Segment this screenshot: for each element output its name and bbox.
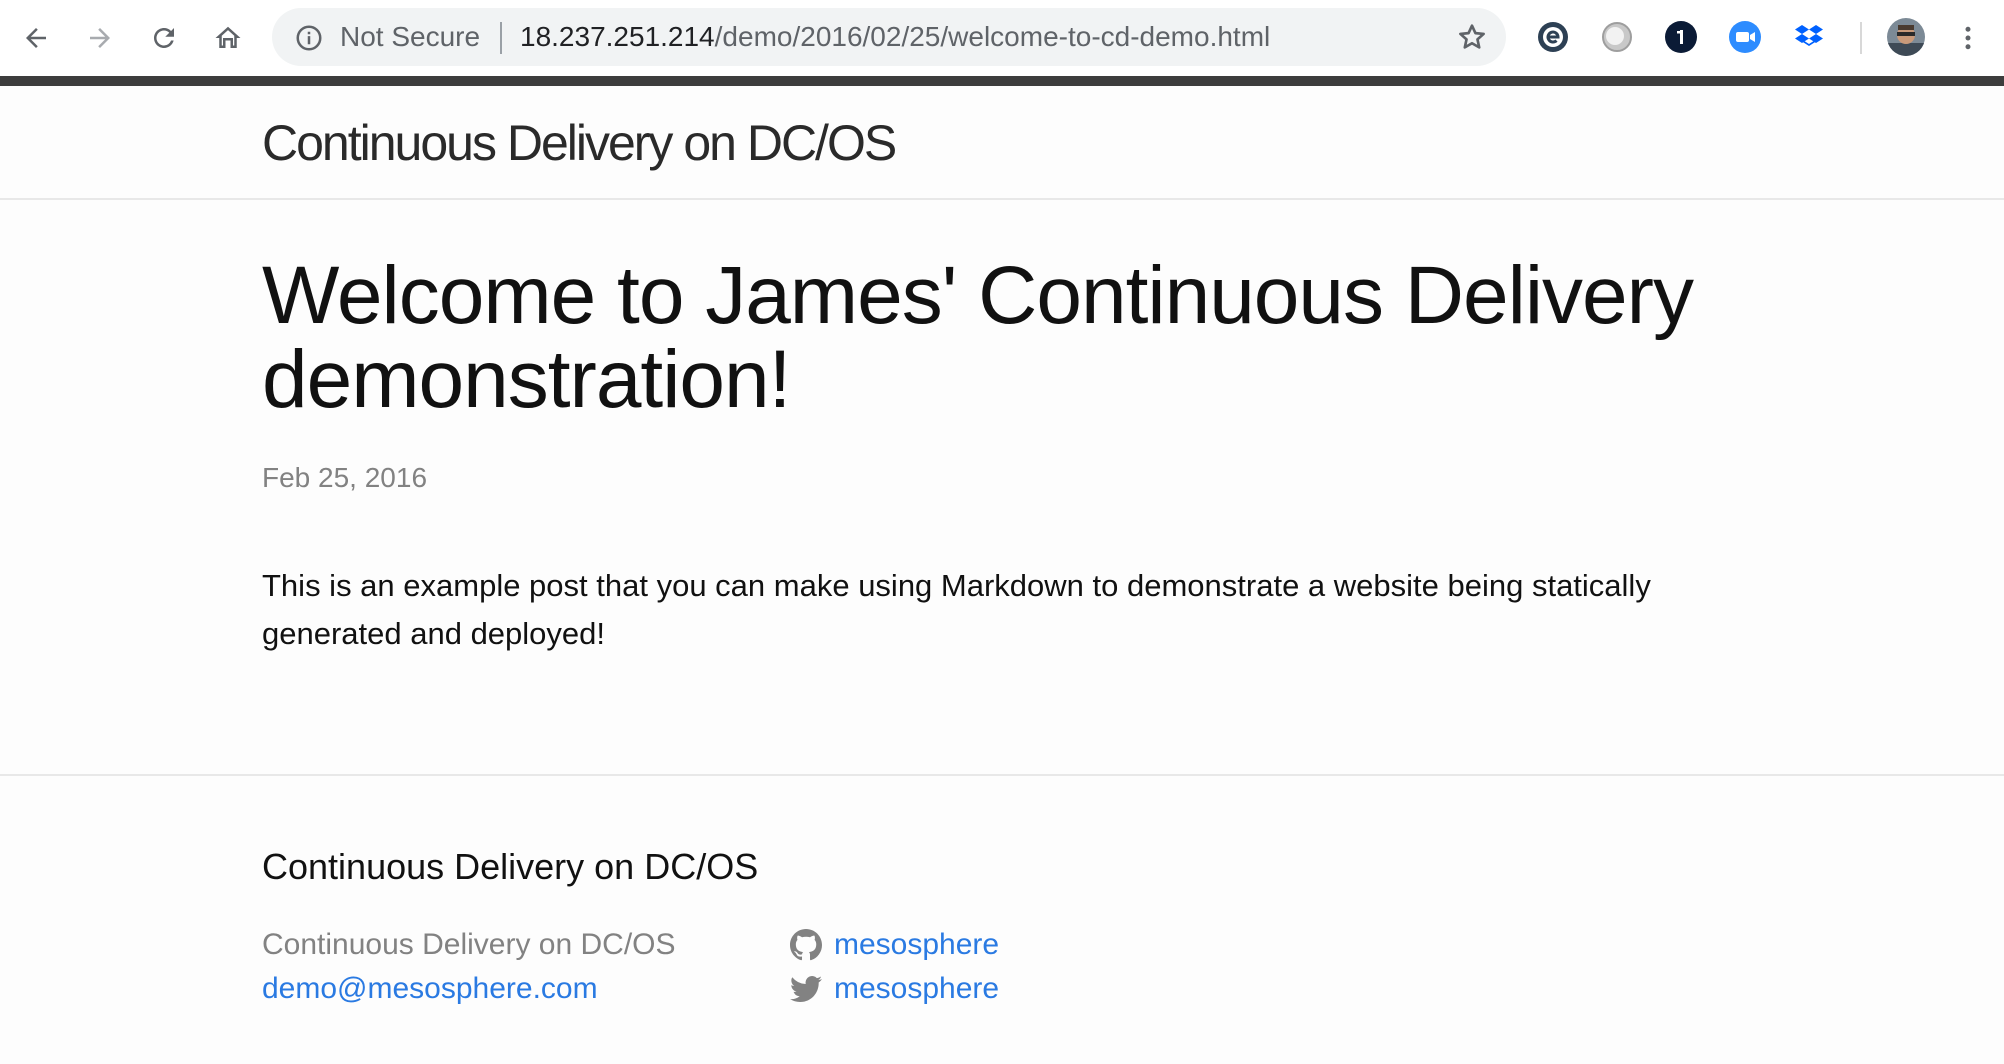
grey-circle-icon [1602, 22, 1632, 52]
post-title: Welcome to James' Continuous Delivery de… [262, 250, 1694, 425]
info-icon[interactable] [294, 23, 324, 53]
ghostery-extension[interactable] [1536, 20, 1570, 54]
url-text[interactable]: 18.237.251.214/demo/2016/02/25/welcome-t… [520, 22, 1270, 52]
star-icon[interactable] [1456, 21, 1488, 53]
github-username: mesosphere [834, 928, 1000, 961]
browser-toolbar: Not Secure 18.237.251.214/demo/2016/02/2… [0, 0, 2004, 78]
forward-button[interactable] [76, 14, 124, 62]
twitter-username: mesosphere [834, 972, 1000, 1005]
site-header: Continuous Delivery on DC/OS [0, 86, 2004, 200]
address-bar[interactable]: Not Secure 18.237.251.214/demo/2016/02/2… [272, 8, 1506, 66]
dropbox-extension[interactable] [1792, 20, 1826, 54]
footer-heading: Continuous Delivery on DC/OS [262, 846, 759, 887]
more-vert-icon [1965, 26, 1971, 50]
arrow-left-icon [26, 28, 46, 48]
toolbar-divider [1860, 22, 1862, 54]
footer-email-link[interactable]: demo@mesosphere.com [262, 972, 598, 1006]
twitter-icon [790, 975, 822, 1002]
footer-site-name: Continuous Delivery on DC/OS [262, 928, 676, 961]
security-label[interactable]: Not Secure [340, 22, 480, 52]
browser-menu-button[interactable] [1944, 14, 1992, 62]
dropbox-icon [1795, 25, 1823, 46]
profile-avatar[interactable] [1886, 17, 1926, 57]
home-button[interactable] [204, 14, 252, 62]
url-path: /demo/2016/02/25/welcome-to-cd-demo.html [714, 21, 1271, 52]
github-icon [790, 929, 822, 961]
github-link[interactable]: mesosphere [790, 928, 999, 962]
avatar-icon [1887, 18, 1925, 56]
zoom-extension[interactable] [1728, 20, 1762, 54]
reload-icon [154, 28, 174, 48]
home-icon [215, 26, 241, 48]
zoom-icon [1729, 21, 1761, 53]
url-host: 18.237.251.214 [520, 21, 715, 52]
arrow-right-icon [90, 28, 110, 48]
omnibox-divider [500, 22, 502, 54]
site-title-link[interactable]: Continuous Delivery on DC/OS [262, 114, 897, 172]
site-footer: Continuous Delivery on DC/OS Continuous … [0, 774, 2004, 1064]
post-date: Feb 25, 2016 [262, 462, 428, 493]
ghostery-icon [1538, 22, 1568, 52]
twitter-link[interactable]: mesosphere [790, 972, 999, 1006]
back-button[interactable] [12, 14, 60, 62]
toolbar-bottom-bar [0, 76, 2004, 86]
onepassword-extension[interactable] [1664, 20, 1698, 54]
reload-button[interactable] [140, 14, 188, 62]
1password-icon [1665, 21, 1697, 53]
post-body: This is an example post that you can mak… [262, 568, 1651, 651]
grey-extension[interactable] [1600, 20, 1634, 54]
